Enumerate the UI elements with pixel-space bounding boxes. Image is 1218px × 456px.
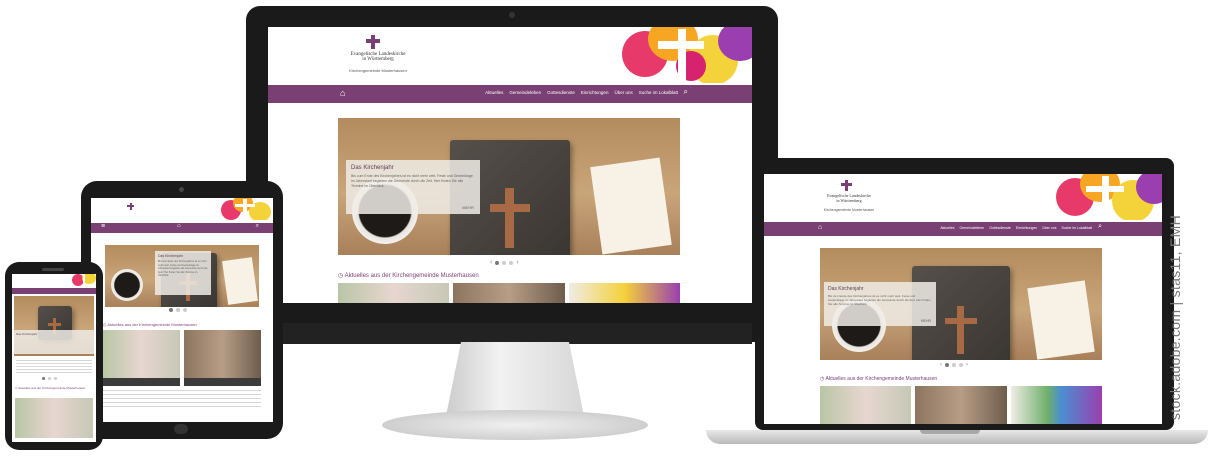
monitor-stand-base (382, 410, 648, 440)
laptop-slider-dots[interactable]: ‹ › (940, 362, 968, 368)
color-splash-header (219, 198, 273, 220)
hero-title: Das Kirchenjahr (351, 165, 394, 171)
phone-hero-slider[interactable]: Das Kirchenjahr (14, 296, 94, 356)
church-name-line2: in Württemberg (362, 57, 394, 62)
tablet-slider-dots[interactable] (169, 308, 187, 312)
menu-icon[interactable]: ≡ (101, 223, 105, 230)
parish-name: Kirchengemeinde Musterhausen (823, 208, 875, 212)
nav-gemeindeleben[interactable]: Gemeindeleben (509, 90, 541, 95)
phone-hero-text (16, 360, 92, 374)
desktop-news-thumbs (338, 283, 680, 303)
parish-name: Kirchengemeinde Musterhausen (349, 68, 407, 73)
laptop-logo[interactable]: Evangelische Landeskirche in Württemberg… (816, 180, 882, 212)
desktop-slider-dots[interactable]: ‹ › (490, 259, 519, 266)
tablet-news-thumbs (103, 330, 261, 386)
hero-text: Bis zum Ende des Kirchenjahres ist es ni… (158, 260, 208, 277)
news-thumb[interactable] (568, 283, 680, 303)
hero-more-link[interactable]: MEHR (921, 319, 931, 323)
nav-aktuelles[interactable]: Aktuelles (485, 90, 503, 95)
nav-ueber-uns[interactable]: Über uns (1042, 226, 1056, 230)
laptop-navbar: ⌂ Aktuelles Gemeindeleben Gottesdienste … (764, 222, 1162, 236)
nav-gottesdienste[interactable]: Gottesdienste (989, 226, 1011, 230)
color-splash-header (1054, 174, 1162, 220)
hero-text: Bis zum Ende des Kirchenjahres ist es ni… (351, 174, 473, 188)
nav-aktuelles[interactable]: Aktuelles (940, 226, 954, 230)
church-name-line2: in Württemberg (836, 198, 862, 203)
hero-title: Das Kirchenjahr (16, 332, 38, 336)
laptop-screen: Evangelische Landeskirche in Württemberg… (764, 174, 1162, 424)
tablet-news-text (103, 390, 261, 408)
home-icon[interactable]: ⌂ (340, 88, 345, 98)
image-credit: stock.adobe.com | stas11, EMH (1167, 214, 1183, 420)
news-thumb[interactable] (915, 386, 1007, 424)
tablet-camera (179, 187, 184, 192)
tablet-logo[interactable] (111, 203, 151, 210)
news-thumb[interactable] (338, 283, 450, 303)
hero-caption: Das Kirchenjahr (14, 330, 94, 354)
news-thumb[interactable] (103, 330, 180, 386)
tablet-navbar: ≡ ⌂ ⌕ (91, 223, 273, 233)
laptop-notch (920, 430, 980, 434)
search-icon[interactable]: ⌕ (684, 87, 688, 97)
search-icon[interactable]: ⌕ (256, 223, 259, 230)
hero-text: Bis zum Ende des Kirchenjahres ist es ni… (828, 294, 931, 307)
news-thumb[interactable] (15, 398, 93, 438)
nav-einrichtungen[interactable]: Einrichtungen (1016, 226, 1037, 230)
cross-icon (127, 203, 134, 210)
news-thumb[interactable] (184, 330, 261, 386)
hero-caption: Das Kirchenjahr Bis zum Ende des Kirchen… (824, 282, 936, 326)
monitor-chin (270, 323, 752, 344)
hero-caption: Das Kirchenjahr Bis zum Ende des Kirchen… (346, 160, 480, 214)
phone-speaker (42, 268, 64, 271)
cross-icon (841, 180, 852, 191)
news-thumb[interactable] (1010, 386, 1102, 424)
slider-next-button[interactable]: › (516, 259, 518, 266)
desktop-navbar: ⌂ Aktuelles Gemeindeleben Gottesdienste … (268, 85, 752, 103)
phone-slider-dots[interactable] (42, 377, 57, 380)
nav-gemeindeleben[interactable]: Gemeindeleben (960, 226, 985, 230)
hero-title: Das Kirchenjahr (158, 254, 183, 258)
tablet-screen: ≡ ⌂ ⌕ Das Kirchenjahr Bis zum Ende des K… (91, 198, 273, 422)
cross-icon (366, 35, 380, 49)
nav-suche[interactable]: Suche im Lokalblatt (1061, 226, 1092, 230)
search-icon[interactable]: ⌕ (1098, 223, 1102, 231)
color-splash-header (618, 27, 752, 83)
monitor-stand-neck (446, 342, 584, 416)
news-thumb[interactable] (453, 283, 565, 303)
hero-caption: Das Kirchenjahr Bis zum Ende des Kirchen… (155, 251, 211, 295)
phone-navbar (12, 288, 96, 294)
nav-einrichtungen[interactable]: Einrichtungen (581, 90, 609, 95)
slider-prev-button[interactable]: ‹ (490, 259, 492, 266)
tablet-home-button (174, 424, 188, 434)
home-icon[interactable]: ⌂ (177, 223, 181, 229)
home-icon[interactable]: ⌂ (818, 224, 822, 231)
nav-suche[interactable]: Suche im Lokalblatt (639, 90, 678, 95)
nav-gottesdienste[interactable]: Gottesdienste (547, 90, 575, 95)
monitor-camera (509, 12, 515, 18)
tablet-news-title: ◷ Aktuelles aus der Kirchengemeinde Must… (103, 322, 197, 327)
hero-more-link[interactable]: MEHR (462, 205, 474, 210)
laptop-hero-slider[interactable]: Das Kirchenjahr Bis zum Ende des Kirchen… (820, 248, 1102, 360)
desktop-screen: Evangelische Landeskirche in Württemberg… (268, 27, 752, 303)
news-thumb[interactable] (820, 386, 912, 424)
desktop-hero-slider[interactable]: Das Kirchenjahr Bis zum Ende des Kirchen… (338, 118, 680, 255)
nav-ueber-uns[interactable]: Über uns (614, 90, 632, 95)
phone-news-title: ◷ Aktuelles aus der Kirchengemeinde Must… (15, 386, 86, 390)
tablet-hero-slider[interactable]: Das Kirchenjahr Bis zum Ende des Kirchen… (105, 245, 259, 307)
slider-next-button[interactable]: › (966, 362, 968, 368)
slider-prev-button[interactable]: ‹ (940, 362, 942, 368)
hero-title: Das Kirchenjahr (828, 286, 864, 292)
phone-screen: Das Kirchenjahr ◷ Aktuelles aus der Kirc… (12, 274, 96, 442)
desktop-news-title: ◷ Aktuelles aus der Kirchengemeinde Must… (338, 273, 479, 279)
laptop-news-thumbs (820, 386, 1102, 424)
color-splash-header (72, 274, 96, 286)
laptop-news-title: ◷ Aktuelles aus der Kirchengemeinde Must… (820, 376, 938, 382)
desktop-logo[interactable]: Evangelische Landeskirche in Württemberg… (338, 35, 418, 73)
